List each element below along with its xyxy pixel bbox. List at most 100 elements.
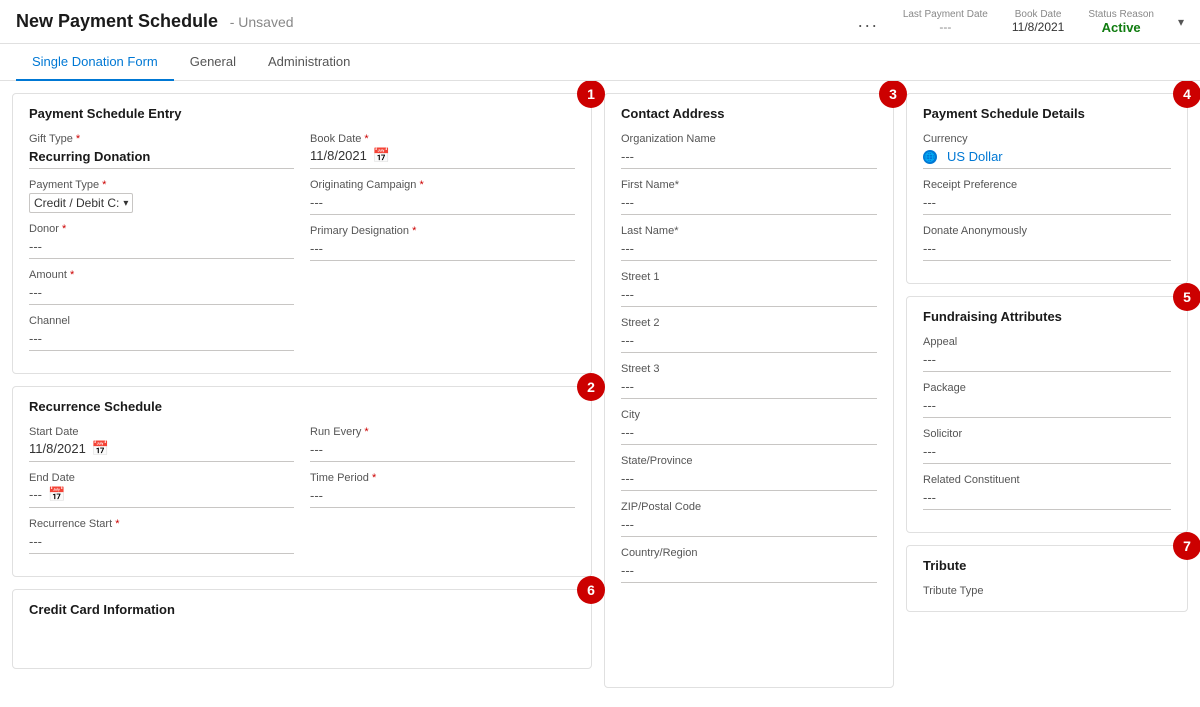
primary-designation-label: Primary Designation <box>310 225 575 237</box>
last-payment-label: Last Payment Date <box>903 9 988 20</box>
contact-address-title: Contact Address <box>621 106 877 121</box>
payment-type-field: Payment Type Credit / Debit C: ▾ <box>29 179 294 213</box>
book-date-entry-value: 11/8/2021 <box>310 148 367 163</box>
street3-label: Street 3 <box>621 363 877 375</box>
solicitor-value: --- <box>923 442 1171 464</box>
currency-field: Currency 🌐 US Dollar <box>923 133 1171 169</box>
start-date-field: Start Date 11/8/2021 📅 <box>29 426 294 462</box>
currency-label: Currency <box>923 133 1171 145</box>
page-title: New Payment Schedule <box>16 11 218 31</box>
org-name-field: Organization Name --- <box>621 133 877 169</box>
fundraising-attributes-card: 5 Fundraising Attributes Appeal --- Pack… <box>906 296 1188 533</box>
receipt-pref-value: --- <box>923 193 1171 215</box>
first-name-value: --- <box>621 193 877 215</box>
last-payment-value: --- <box>939 20 951 34</box>
last-name-field: Last Name* --- <box>621 225 877 261</box>
gift-type-value: Recurring Donation <box>29 147 294 169</box>
city-value: --- <box>621 423 877 445</box>
fa-title: Fundraising Attributes <box>923 309 1171 324</box>
credit-card-title: Credit Card Information <box>29 602 575 617</box>
book-date-value: 11/8/2021 <box>1012 20 1065 34</box>
tab-general[interactable]: General <box>174 44 252 81</box>
state-value: --- <box>621 469 877 491</box>
book-date-entry-wrapper: 11/8/2021 📅 <box>310 147 575 169</box>
right-column: 4 Payment Schedule Details Currency 🌐 US… <box>906 93 1188 688</box>
street3-field: Street 3 --- <box>621 363 877 399</box>
last-name-label: Last Name* <box>621 225 877 237</box>
originating-campaign-field: Originating Campaign --- <box>310 179 575 215</box>
related-constituent-value: --- <box>923 488 1171 510</box>
first-name-label: First Name* <box>621 179 877 191</box>
credit-card-card: 6 Credit Card Information <box>12 589 592 669</box>
payment-type-select-wrapper[interactable]: Credit / Debit C: ▾ <box>29 193 133 213</box>
run-every-label: Run Every <box>310 426 575 438</box>
amount-label: Amount <box>29 269 294 281</box>
donate-anon-label: Donate Anonymously <box>923 225 1171 237</box>
appeal-label: Appeal <box>923 336 1171 348</box>
city-label: City <box>621 409 877 421</box>
psd-title: Payment Schedule Details <box>923 106 1171 121</box>
status-value: Active <box>1102 20 1141 35</box>
header-title-area: New Payment Schedule - Unsaved <box>16 11 294 32</box>
street2-field: Street 2 --- <box>621 317 877 353</box>
last-payment-meta: Last Payment Date --- <box>903 9 988 34</box>
book-date-field: Book Date 11/8/2021 📅 <box>310 133 575 169</box>
nav-tabs: Single Donation Form General Administrat… <box>0 44 1200 81</box>
primary-designation-field: Primary Designation --- <box>310 225 575 261</box>
globe-icon: 🌐 <box>923 150 937 164</box>
package-label: Package <box>923 382 1171 394</box>
end-date-calendar-icon[interactable]: 📅 <box>48 486 65 503</box>
package-value: --- <box>923 396 1171 418</box>
time-period-field: Time Period --- <box>310 472 575 508</box>
recurrence-start-label: Recurrence Start <box>29 518 294 530</box>
street2-label: Street 2 <box>621 317 877 329</box>
start-date-calendar-icon[interactable]: 📅 <box>92 440 109 457</box>
street2-value: --- <box>621 331 877 353</box>
badge-5: 5 <box>1173 283 1200 311</box>
book-date-label: Book Date <box>1015 9 1062 20</box>
contact-address-card: 3 Contact Address Organization Name --- … <box>604 93 894 688</box>
country-value: --- <box>621 561 877 583</box>
tribute-type-label: Tribute Type <box>923 585 1171 597</box>
street1-value: --- <box>621 285 877 307</box>
donor-value: --- <box>29 237 294 259</box>
donate-anon-value: --- <box>923 239 1171 261</box>
zip-field: ZIP/Postal Code --- <box>621 501 877 537</box>
payment-schedule-entry-card: 1 Payment Schedule Entry Gift Type Recur… <box>12 93 592 374</box>
country-field: Country/Region --- <box>621 547 877 583</box>
end-date-wrapper: --- 📅 <box>29 486 294 508</box>
appeal-value: --- <box>923 350 1171 372</box>
tab-administration[interactable]: Administration <box>252 44 366 81</box>
tab-single-donation[interactable]: Single Donation Form <box>16 44 174 81</box>
page-header: New Payment Schedule - Unsaved ... Last … <box>0 0 1200 44</box>
payment-schedule-entry-title: Payment Schedule Entry <box>29 106 575 121</box>
org-name-value: --- <box>621 147 877 169</box>
left-column: 1 Payment Schedule Entry Gift Type Recur… <box>12 93 592 688</box>
street3-value: --- <box>621 377 877 399</box>
header-right-area: ... Last Payment Date --- Book Date 11/8… <box>858 9 1184 35</box>
book-date-calendar-icon[interactable]: 📅 <box>373 147 390 164</box>
main-content: 1 Payment Schedule Entry Gift Type Recur… <box>0 81 1200 700</box>
amount-value: --- <box>29 283 294 305</box>
street1-label: Street 1 <box>621 271 877 283</box>
zip-label: ZIP/Postal Code <box>621 501 877 513</box>
package-field: Package --- <box>923 382 1171 418</box>
status-chevron[interactable]: ▾ <box>1178 15 1184 29</box>
donate-anon-field: Donate Anonymously --- <box>923 225 1171 261</box>
zip-value: --- <box>621 515 877 537</box>
start-date-label: Start Date <box>29 426 294 438</box>
related-constituent-label: Related Constituent <box>923 474 1171 486</box>
currency-value-text: US Dollar <box>947 149 1003 164</box>
recurrence-start-value: --- <box>29 532 294 554</box>
badge-6: 6 <box>577 576 605 604</box>
channel-label: Channel <box>29 315 294 327</box>
badge-3: 3 <box>879 81 907 108</box>
street1-field: Street 1 --- <box>621 271 877 307</box>
city-field: City --- <box>621 409 877 445</box>
unsaved-label: - Unsaved <box>230 14 294 30</box>
payment-type-label: Payment Type <box>29 179 294 191</box>
receipt-pref-label: Receipt Preference <box>923 179 1171 191</box>
end-date-value: --- <box>29 487 42 502</box>
meta-dots: ... <box>858 11 879 32</box>
amount-field: Amount --- <box>29 269 294 305</box>
